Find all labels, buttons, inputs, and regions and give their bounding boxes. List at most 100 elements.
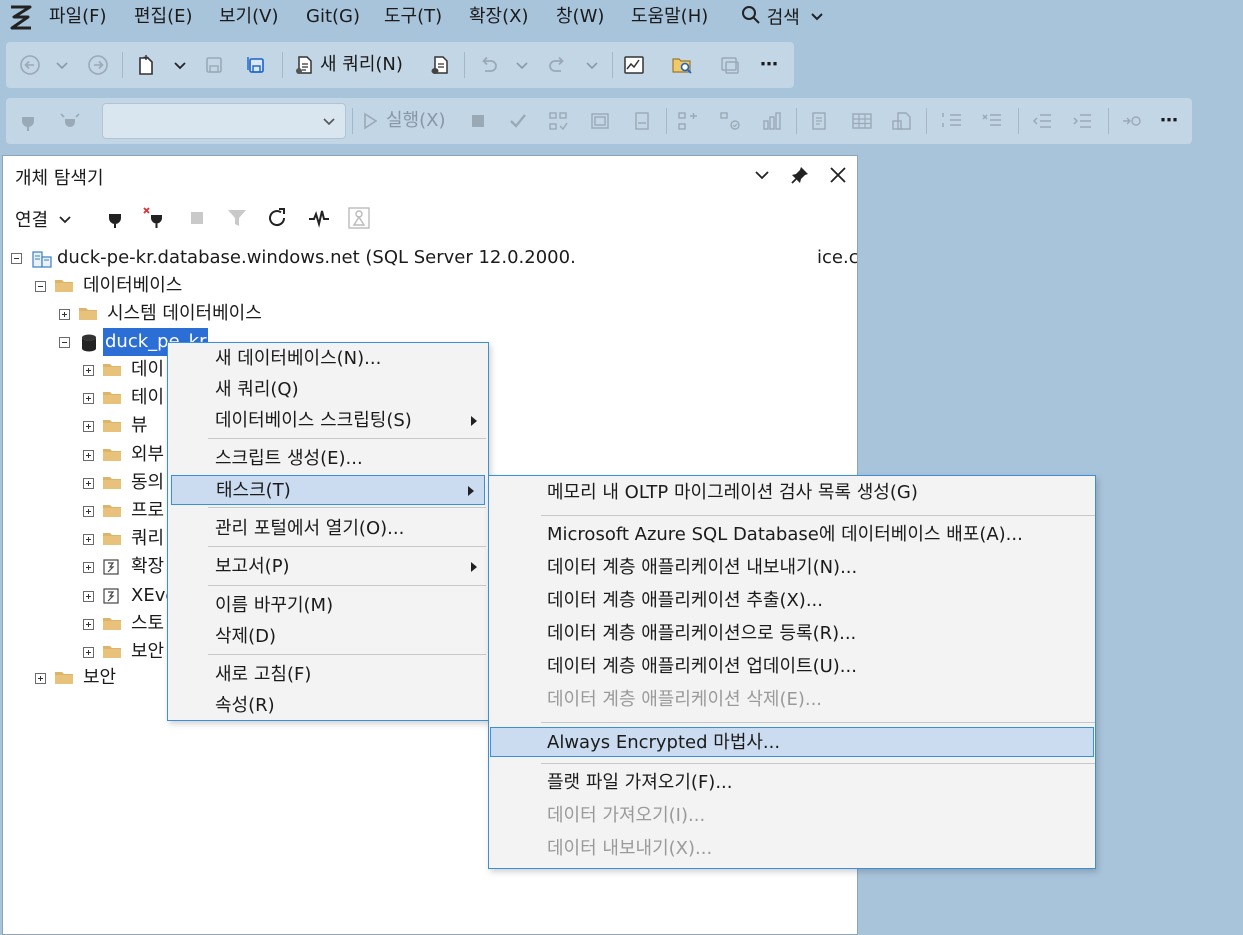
submenu-item-extract-data-tier[interactable]: 데이터 계층 애플리케이션 추출(X)... — [490, 586, 1094, 616]
forward-icon[interactable] — [86, 53, 110, 77]
disconnect-icon[interactable] — [143, 206, 167, 230]
menu-git[interactable]: Git(G) — [306, 5, 360, 29]
results-to-grid-icon[interactable] — [850, 109, 874, 133]
decrease-indent-icon[interactable] — [1030, 109, 1054, 133]
new-query-icon[interactable] — [292, 53, 316, 77]
expand-toggle[interactable] — [83, 365, 94, 376]
expand-toggle[interactable] — [83, 647, 94, 658]
uncomment-lines-icon[interactable] — [980, 109, 1004, 133]
parse-checkmark-icon[interactable] — [506, 109, 530, 133]
expand-toggle[interactable] — [83, 421, 94, 433]
undo-icon[interactable] — [476, 53, 500, 77]
menu-item-tasks[interactable]: 태스크(T) — [171, 475, 485, 505]
server-label-tail: ice.co — [817, 247, 858, 268]
menu-item-new-query[interactable]: 새 쿼리(Q) — [169, 375, 487, 405]
object-explorer-details-icon[interactable] — [347, 206, 371, 230]
expand-toggle[interactable] — [35, 673, 46, 684]
submenu-item-export-data-tier[interactable]: 데이터 계층 애플리케이션 내보내기(N)... — [490, 553, 1094, 583]
submenu-item-always-encrypted-wizard[interactable]: Always Encrypted 마법사... — [490, 727, 1094, 757]
new-project-icon[interactable] — [134, 53, 158, 77]
increase-indent-icon[interactable] — [1070, 109, 1094, 133]
submenu-item-register-data-tier[interactable]: 데이터 계층 애플리케이션으로 등록(R)... — [490, 619, 1094, 649]
expand-toggle[interactable] — [83, 393, 94, 405]
menu-window[interactable]: 창(W) — [556, 5, 604, 29]
execute-button[interactable]: 실행(X) — [386, 110, 446, 132]
chevron-down-icon[interactable] — [50, 53, 74, 77]
menu-item-delete[interactable]: 삭제(D) — [169, 622, 487, 652]
expand-toggle[interactable] — [83, 534, 94, 546]
expand-toggle[interactable] — [83, 562, 94, 574]
specify-template-icon[interactable] — [1120, 109, 1144, 133]
stop-icon[interactable] — [185, 206, 209, 230]
save-all-icon[interactable] — [244, 53, 268, 77]
connect-icon[interactable] — [16, 109, 40, 133]
submenu-item-upgrade-data-tier[interactable]: 데이터 계층 애플리케이션 업데이트(U)... — [490, 652, 1094, 682]
search-menu[interactable]: 검색 — [741, 5, 824, 29]
chevron-down-icon[interactable] — [751, 164, 773, 186]
comment-lines-icon[interactable] — [940, 109, 964, 133]
menu-item-rename[interactable]: 이름 바꾸기(M) — [169, 591, 487, 621]
actual-plan-icon[interactable] — [718, 109, 742, 133]
collapse-toggle[interactable] — [11, 253, 22, 264]
menu-item-new-database[interactable]: 새 데이터베이스(N)... — [169, 344, 487, 374]
chevron-down-icon — [58, 211, 72, 232]
chevron-down-icon[interactable] — [168, 53, 192, 77]
toolbar-separator — [796, 108, 797, 134]
menu-view[interactable]: 보기(V) — [219, 5, 278, 29]
connect-dropdown[interactable]: 연결 — [15, 206, 72, 232]
submenu-item-import-flat-file[interactable]: 플랫 파일 가져오기(F)... — [490, 768, 1094, 798]
stop-icon[interactable] — [466, 109, 490, 133]
submenu-arrow-icon — [468, 486, 474, 496]
display-plan-icon[interactable] — [546, 109, 570, 133]
menu-file[interactable]: 파일(F) — [49, 5, 107, 29]
expand-toggle[interactable] — [83, 618, 94, 630]
expand-toggle[interactable] — [59, 309, 70, 320]
expand-toggle[interactable] — [83, 449, 94, 461]
close-icon[interactable] — [827, 164, 849, 186]
new-query-button[interactable]: 새 쿼리(N) — [320, 54, 403, 76]
results-to-file-icon[interactable] — [890, 109, 914, 133]
database-engine-query-icon[interactable] — [428, 53, 452, 77]
filter-icon[interactable] — [225, 206, 249, 230]
menu-item-refresh[interactable]: 새로 고침(F) — [169, 660, 487, 690]
connect-icon[interactable] — [103, 206, 127, 230]
collapse-toggle[interactable] — [35, 281, 46, 292]
expand-toggle[interactable] — [83, 477, 94, 489]
available-databases-combo[interactable] — [102, 103, 346, 139]
live-statistics-icon[interactable] — [760, 109, 784, 133]
pin-icon[interactable] — [789, 164, 811, 186]
expand-toggle[interactable] — [83, 506, 94, 517]
refresh-icon[interactable] — [265, 206, 289, 230]
menu-edit[interactable]: 편집(E) — [134, 5, 193, 29]
submenu-item-deploy-to-azure[interactable]: Microsoft Azure SQL Database에 데이터베이스 배포(… — [490, 520, 1094, 550]
menu-extensions[interactable]: 확장(X) — [469, 5, 529, 29]
chevron-down-icon[interactable] — [510, 53, 534, 77]
menu-item-properties[interactable]: 속성(R) — [169, 691, 487, 721]
menu-item-reports[interactable]: 보고서(P) — [169, 552, 487, 582]
change-connection-icon[interactable] — [58, 109, 82, 133]
results-to-text-icon[interactable] — [808, 109, 832, 133]
registered-servers-icon[interactable] — [718, 53, 742, 77]
redo-icon[interactable] — [546, 53, 570, 77]
object-explorer-icon[interactable] — [670, 53, 694, 77]
more-options-icon[interactable]: ⋯ — [760, 54, 778, 76]
more-options-icon[interactable]: ⋯ — [1160, 110, 1178, 132]
submenu-item-oltp-migration-checklist[interactable]: 메모리 내 OLTP 마이그레이션 검사 목록 생성(G) — [490, 478, 1094, 508]
activity-monitor-icon[interactable] — [622, 53, 646, 77]
save-icon[interactable] — [202, 53, 226, 77]
specify-values-icon[interactable] — [630, 109, 654, 133]
back-icon[interactable] — [18, 53, 42, 77]
menu-item-script-database[interactable]: 데이터베이스 스크립팅(S) — [169, 406, 487, 436]
estimated-plan-icon[interactable] — [676, 109, 700, 133]
menu-help[interactable]: 도움말(H) — [631, 5, 708, 29]
expand-toggle[interactable] — [83, 590, 94, 602]
query-designer-icon[interactable] — [588, 109, 612, 133]
menu-item-open-in-portal[interactable]: 관리 포털에서 열기(O)... — [169, 514, 487, 544]
chevron-down-icon[interactable] — [580, 53, 604, 77]
menu-tools[interactable]: 도구(T) — [384, 5, 442, 29]
activity-monitor-icon[interactable] — [307, 206, 331, 230]
menu-item-generate-scripts[interactable]: 스크립트 생성(E)... — [169, 444, 487, 474]
menu-bar: 파일(F) 편집(E) 보기(V) Git(G) 도구(T) 확장(X) 창(W… — [0, 0, 1243, 34]
collapse-toggle[interactable] — [59, 337, 70, 348]
execute-icon[interactable] — [358, 109, 382, 133]
